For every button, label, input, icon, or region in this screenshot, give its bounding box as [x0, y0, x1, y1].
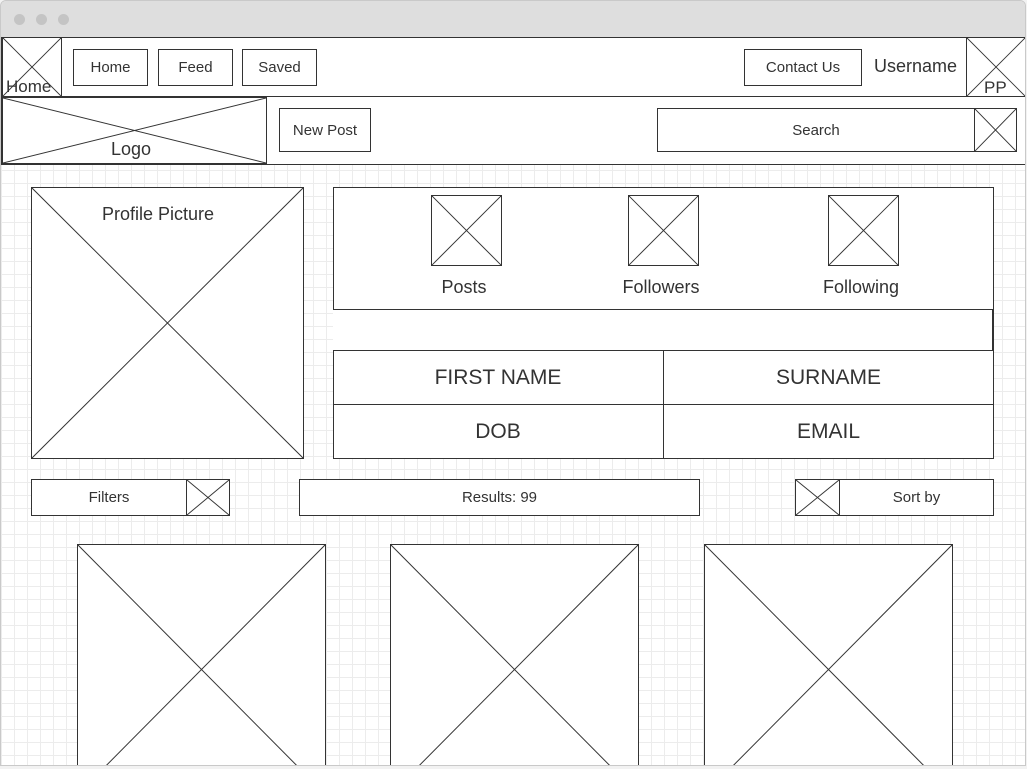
window-minimize-dot[interactable]	[36, 14, 47, 25]
top-nav-bar	[1, 37, 1025, 97]
window-maximize-dot[interactable]	[58, 14, 69, 25]
sort-by-button[interactable]: Sort by	[839, 479, 994, 516]
home-icon[interactable]: Home	[2, 37, 62, 97]
posts-stat-icon[interactable]	[431, 195, 502, 266]
dob-field: DOB	[333, 405, 664, 458]
home-icon-label: Home	[6, 77, 52, 96]
first-name-field: FIRST NAME	[333, 351, 664, 405]
profile-avatar-icon[interactable]: PP	[966, 37, 1025, 97]
window-titlebar	[1, 1, 1025, 37]
window-close-dot[interactable]	[14, 14, 25, 25]
search-input[interactable]: Search	[657, 108, 975, 152]
search-icon[interactable]	[974, 108, 1017, 152]
nav-feed-link[interactable]: Feed	[158, 49, 233, 86]
logo-label: Logo	[111, 139, 152, 159]
email-field: EMAIL	[796, 419, 861, 443]
browser-window: Home Home Feed Saved Contact Us Username…	[0, 0, 1026, 766]
sort-icon[interactable]	[795, 479, 840, 516]
posts-stat-label[interactable]: Posts	[404, 277, 524, 298]
profile-picture[interactable]: Profile Picture	[31, 187, 304, 459]
results-count: Results: 99	[299, 479, 700, 516]
result-card-image[interactable]	[704, 544, 953, 765]
followers-stat-label[interactable]: Followers	[601, 277, 721, 298]
avatar-label: PP	[984, 78, 1007, 97]
logo-image[interactable]: Logo	[2, 97, 267, 164]
nav-saved-link[interactable]: Saved	[242, 49, 317, 86]
new-post-button[interactable]: New Post	[279, 108, 371, 152]
following-stat-label[interactable]: Following	[801, 277, 921, 298]
followers-stat-icon[interactable]	[628, 195, 699, 266]
profile-picture-label: Profile Picture	[102, 204, 215, 225]
result-card-image[interactable]	[77, 544, 326, 765]
filters-icon[interactable]	[186, 479, 230, 516]
surname-field: SURNAME	[664, 351, 993, 405]
username-label[interactable]: Username	[874, 56, 957, 77]
contact-us-button[interactable]: Contact Us	[744, 49, 862, 86]
bio-field	[333, 309, 993, 351]
nav-home-link[interactable]: Home	[73, 49, 148, 86]
filters-button[interactable]: Filters	[31, 479, 187, 516]
result-card-image[interactable]	[390, 544, 639, 765]
following-stat-icon[interactable]	[828, 195, 899, 266]
